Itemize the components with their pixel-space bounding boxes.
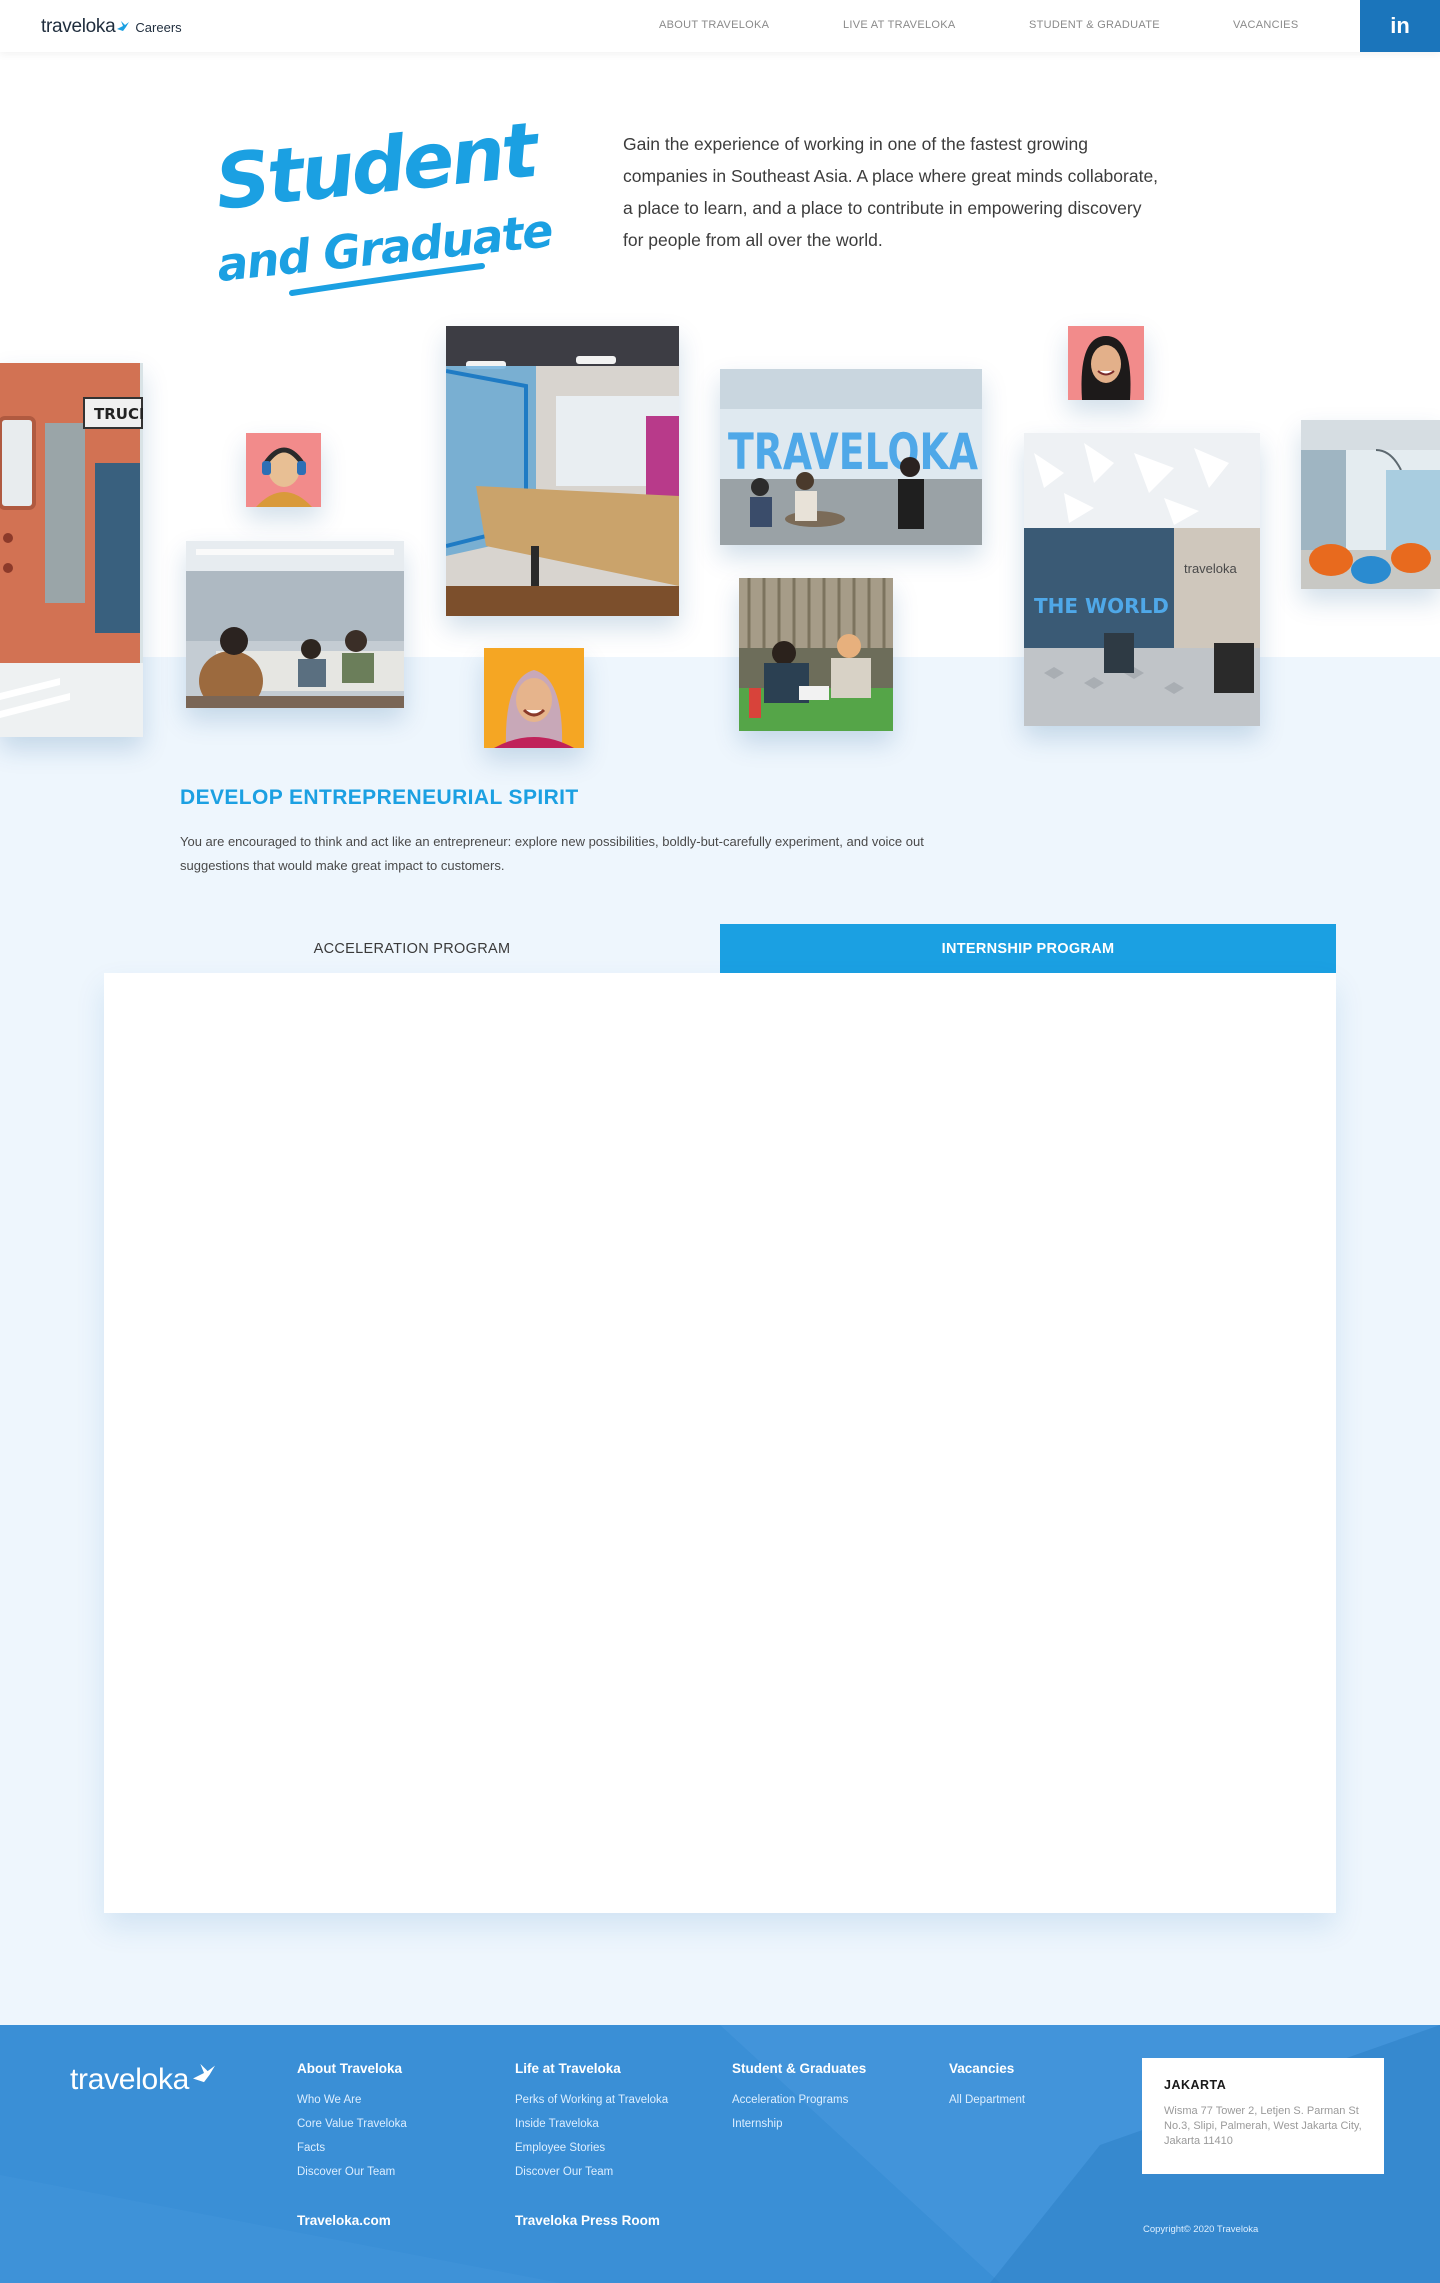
footer-link-internship[interactable]: Internship bbox=[732, 2112, 866, 2136]
photo-beanbag-room bbox=[1301, 420, 1440, 589]
footer-link-discover-team-2[interactable]: Discover Our Team bbox=[515, 2160, 668, 2184]
nav-about[interactable]: ABOUT TRAVELOKA bbox=[659, 19, 769, 31]
footer-heading-life: Life at Traveloka bbox=[515, 2061, 621, 2076]
address-text: Wisma 77 Tower 2, Letjen S. Parman St No… bbox=[1164, 2105, 1362, 2147]
hero-description: Gain the experience of working in one of… bbox=[623, 134, 1159, 250]
tab-acceleration-label: ACCELERATION PROGRAM bbox=[313, 940, 511, 957]
feature-description: You are encouraged to think and act like… bbox=[180, 834, 924, 873]
footer-heading-about: About Traveloka bbox=[297, 2061, 403, 2076]
footer-link-all-department[interactable]: All Department bbox=[949, 2088, 1025, 2112]
footer-logo-wordmark: traveloka bbox=[70, 2063, 190, 2096]
photo-team-activity bbox=[739, 578, 893, 731]
photo-open-office bbox=[446, 326, 679, 616]
footer-link-core-value[interactable]: Core Value Traveloka bbox=[297, 2112, 407, 2136]
photo-office-lounge: THE WORLD traveloka bbox=[1024, 433, 1260, 726]
tab-acceleration-program[interactable]: ACCELERATION PROGRAM bbox=[104, 924, 720, 973]
nav-live[interactable]: LIVE AT TRAVELOKA bbox=[843, 19, 956, 31]
bird-icon bbox=[117, 21, 130, 31]
photo-traveloka-lobby: TRAVELOKA bbox=[720, 369, 982, 545]
photo-hijab-woman bbox=[484, 648, 584, 748]
footer-link-perks[interactable]: Perks of Working at Traveloka bbox=[515, 2088, 668, 2112]
feature-title: DEVELOP ENTREPRENEURIAL SPIRIT bbox=[180, 786, 579, 809]
copyright-text: Copyright© 2020 Traveloka bbox=[1143, 2224, 1259, 2235]
tab-content-panel bbox=[104, 973, 1336, 1913]
photo-truck-room: TRUCK bbox=[0, 363, 143, 737]
logo-wordmark: traveloka bbox=[41, 16, 116, 37]
tab-internship-label: INTERNSHIP PROGRAM bbox=[941, 940, 1115, 957]
footer-link-traveloka-com[interactable]: Traveloka.com bbox=[297, 2213, 391, 2228]
footer-link-inside[interactable]: Inside Traveloka bbox=[515, 2112, 668, 2136]
lobby-sign-text: traveloka bbox=[1184, 561, 1238, 576]
photo-smiling-woman bbox=[1068, 326, 1144, 400]
footer-bird-icon bbox=[193, 2063, 216, 2083]
footer-logo[interactable]: traveloka bbox=[70, 2063, 217, 2097]
logo-careers-label: Careers bbox=[135, 20, 182, 35]
linkedin-icon: in bbox=[1390, 13, 1410, 38]
footer-link-discover-team[interactable]: Discover Our Team bbox=[297, 2160, 407, 2184]
lobby-wall-text: TRAVELOKA bbox=[728, 423, 978, 481]
nav-vacancies[interactable]: VACANCIES bbox=[1233, 19, 1298, 31]
careers-logo[interactable]: traveloka Careers bbox=[41, 16, 182, 38]
footer-heading-vacancies: Vacancies bbox=[949, 2061, 1015, 2076]
footer-link-press-room[interactable]: Traveloka Press Room bbox=[515, 2213, 660, 2228]
hero-title-lettering: Student and Graduate bbox=[211, 104, 555, 296]
photo-meeting-room bbox=[186, 541, 404, 708]
linkedin-button[interactable]: in bbox=[1360, 0, 1440, 52]
truck-sign-text: TRUCK bbox=[94, 405, 143, 423]
footer-link-who-we-are[interactable]: Who We Are bbox=[297, 2088, 407, 2112]
address-card: JAKARTA Wisma 77 Tower 2, Letjen S. Parm… bbox=[1142, 2058, 1384, 2174]
footer-link-employee-stories[interactable]: Employee Stories bbox=[515, 2136, 668, 2160]
footer-column-life: Life at Traveloka Perks of Working at Tr… bbox=[515, 2061, 668, 2184]
address-city: JAKARTA bbox=[1164, 2078, 1227, 2092]
site-header: traveloka Careers ABOUT TRAVELOKA LIVE A… bbox=[0, 0, 1440, 52]
tab-internship-program[interactable]: INTERNSHIP PROGRAM bbox=[720, 924, 1336, 973]
nav-student-graduate[interactable]: STUDENT & GRADUATE bbox=[1029, 19, 1160, 31]
footer-column-vacancies: Vacancies All Department bbox=[949, 2061, 1025, 2112]
office-wall-text: THE WORLD bbox=[1034, 594, 1169, 618]
footer-link-acceleration[interactable]: Acceleration Programs bbox=[732, 2088, 866, 2112]
photo-headphones-woman bbox=[246, 433, 321, 507]
footer-link-facts[interactable]: Facts bbox=[297, 2136, 407, 2160]
footer-heading-students: Student & Graduates bbox=[732, 2061, 867, 2076]
footer-column-students: Student & Graduates Acceleration Program… bbox=[732, 2061, 866, 2136]
footer-column-about: About Traveloka Who We Are Core Value Tr… bbox=[297, 2061, 407, 2184]
